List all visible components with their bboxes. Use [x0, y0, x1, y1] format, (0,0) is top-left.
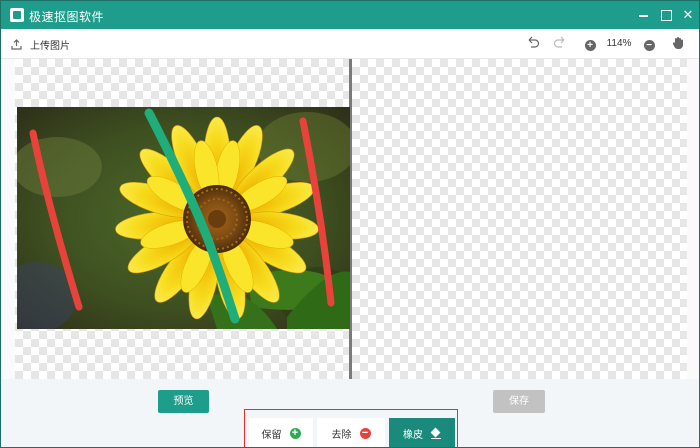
minimize-icon[interactable]	[634, 5, 654, 25]
zoom-out-icon[interactable]: −	[641, 36, 657, 52]
remove-mode-button[interactable]: 去除 −	[317, 418, 385, 447]
eraser-mode-button[interactable]: 橡皮	[389, 418, 455, 447]
app-window: 极速抠图软件 ✕ 上传图片 + 114% − 预览 保存 保留 + 去除 − 橡…	[0, 0, 700, 448]
zoom-level: 114%	[606, 38, 632, 49]
undo-icon[interactable]	[525, 36, 541, 52]
eraser-icon	[431, 429, 441, 439]
app-title: 极速抠图软件	[29, 10, 105, 24]
keep-label: 保留	[261, 430, 282, 441]
eraser-label: 橡皮	[403, 430, 423, 441]
result-canvas	[352, 59, 687, 379]
hand-icon[interactable]	[670, 36, 686, 52]
redo-icon[interactable]	[552, 36, 568, 52]
upload-image-button[interactable]: 上传图片	[11, 35, 70, 53]
canvas-margin-left	[1, 59, 15, 379]
zoom-in-icon[interactable]: +	[582, 36, 598, 52]
keep-mode-button[interactable]: 保留 +	[249, 418, 313, 447]
upload-label: 上传图片	[30, 40, 70, 52]
app-logo-icon	[10, 8, 24, 22]
save-button[interactable]: 保存	[493, 390, 545, 413]
maximize-icon[interactable]	[656, 5, 676, 25]
upload-icon	[11, 38, 22, 50]
close-icon[interactable]: ✕	[678, 5, 698, 25]
preview-button[interactable]: 预览	[158, 390, 209, 413]
plus-circle-icon: +	[289, 428, 301, 439]
sunflower-photo[interactable]	[17, 107, 350, 329]
canvas-margin-right	[687, 59, 699, 379]
title-bar: 极速抠图软件 ✕	[1, 1, 699, 29]
remove-label: 去除	[331, 430, 352, 441]
minus-circle-icon: −	[359, 428, 371, 439]
toolbar: 上传图片 + 114% −	[1, 29, 699, 59]
